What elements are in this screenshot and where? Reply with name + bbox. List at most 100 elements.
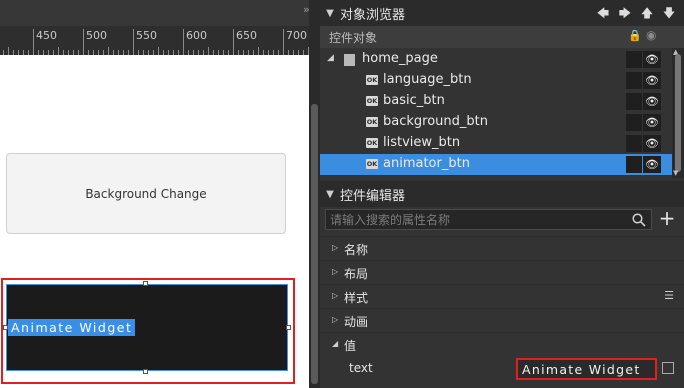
section-animation[interactable]: ▷ 动画	[320, 308, 684, 333]
ruler-tick	[193, 50, 194, 55]
eye-icon[interactable]: 👁	[643, 135, 661, 152]
section-layout[interactable]: ▷ 布局	[320, 260, 684, 285]
lock-toggle[interactable]	[626, 93, 642, 110]
arrow-up-icon[interactable]: 🡅	[640, 6, 654, 20]
tree-scrollbar[interactable]: ▲ ▼	[672, 48, 684, 178]
lock-icon[interactable]: 🔒	[628, 29, 642, 42]
tree-item-basic-btn[interactable]: OK basic_btn 👁	[320, 91, 672, 112]
add-property-button[interactable]: +	[656, 206, 678, 230]
lock-toggle[interactable]	[626, 72, 642, 89]
section-label: 样式	[344, 291, 369, 305]
eye-icon[interactable]: 👁	[643, 51, 661, 68]
arrow-right-icon[interactable]: 🡆	[618, 6, 632, 20]
tree-item-label: background_btn	[383, 114, 488, 129]
tree-item-home-page[interactable]: ◢ home_page 👁	[320, 49, 672, 70]
widget-objects-label: 控件对象	[329, 31, 378, 45]
right-panel: ▼ 对象浏览器 🡄 🡆 🡅 🡇 控件对象 🔒 ◉ ◢ home_page 👁 O…	[320, 0, 684, 388]
text-value-field[interactable]	[516, 358, 662, 380]
ruler-tick	[208, 47, 209, 55]
background-change-button[interactable]: Background Change	[6, 153, 286, 234]
ruler-tick	[48, 50, 49, 55]
section-value[interactable]: ◢ 值	[320, 332, 684, 357]
ruler-tick	[143, 50, 144, 55]
resize-handle-top[interactable]	[143, 281, 148, 286]
ruler-tick	[248, 50, 249, 55]
eye-icon[interactable]: 👁	[643, 93, 661, 110]
ruler-tick	[228, 50, 229, 55]
eye-icon[interactable]: 👁	[643, 156, 661, 173]
section-name[interactable]: ▷ 名称	[320, 236, 684, 261]
resize-handle-right[interactable]	[286, 325, 291, 330]
text-value-input[interactable]	[518, 360, 662, 378]
ruler-tick	[118, 50, 119, 55]
canvas-scroll-thumb[interactable]	[311, 104, 318, 384]
widget-editor-header[interactable]: ▼ 控件编辑器	[320, 181, 684, 207]
animate-widget-text[interactable]: Animate Widget	[8, 319, 136, 336]
ruler-tick	[128, 50, 129, 55]
ruler-tick	[3, 50, 4, 55]
expand-triangle-icon[interactable]: ▷	[332, 291, 338, 300]
arrow-down-icon[interactable]: 🡇	[662, 6, 676, 20]
property-search-input[interactable]	[326, 210, 634, 229]
style-list-icon[interactable]: ☰	[664, 289, 674, 302]
search-icon[interactable]	[631, 212, 647, 228]
ruler-tick	[178, 50, 179, 55]
expand-triangle-icon[interactable]: ▷	[332, 243, 338, 252]
ruler-tick	[78, 50, 79, 55]
ruler-tick	[298, 50, 299, 55]
tree-item-label: animator_btn	[383, 156, 470, 171]
ruler-tick	[123, 50, 124, 55]
ruler-tick	[68, 50, 69, 55]
lock-toggle[interactable]	[626, 114, 642, 131]
ruler-tick	[158, 47, 159, 55]
lock-toggle[interactable]	[626, 135, 642, 152]
ruler-tick	[73, 50, 74, 55]
edit-text-icon[interactable]	[662, 362, 674, 374]
canvas-vertical-scrollbar[interactable]	[309, 0, 320, 388]
ruler-tick	[13, 50, 14, 55]
tree-scroll-thumb[interactable]	[675, 54, 681, 172]
animate-widget[interactable]: Animate Widget	[6, 284, 288, 371]
ruler-tick	[103, 50, 104, 55]
tree-item-animator-btn[interactable]: OK animator_btn 👁	[320, 154, 672, 175]
ruler-tick	[263, 50, 264, 55]
ruler-tick	[58, 47, 59, 55]
collapse-triangle-icon[interactable]: ▼	[320, 189, 340, 200]
visibility-header-icon[interactable]: ◉	[646, 28, 656, 42]
collapse-triangle-icon[interactable]: ▼	[320, 8, 340, 19]
text-property-label: text	[349, 361, 373, 375]
expand-triangle-icon[interactable]: ▷	[332, 315, 338, 324]
ruler-tick	[63, 50, 64, 55]
tree-item-background-btn[interactable]: OK background_btn 👁	[320, 112, 672, 133]
tree-item-listview-btn[interactable]: OK listview_btn 👁	[320, 133, 672, 154]
ruler-tick	[273, 50, 274, 55]
eye-icon[interactable]: 👁	[643, 72, 661, 89]
ruler-label: 550	[136, 29, 157, 42]
ruler-tick	[293, 50, 294, 55]
ruler-label: 700	[286, 29, 307, 42]
tree-item-language-btn[interactable]: OK language_btn 👁	[320, 70, 672, 91]
lock-toggle[interactable]	[626, 156, 642, 173]
ruler-label: 600	[186, 29, 207, 42]
button-widget-icon: OK	[366, 138, 378, 148]
lock-toggle[interactable]	[626, 51, 642, 68]
resize-handle-left[interactable]	[3, 325, 8, 330]
object-tree: ◢ home_page 👁 OK language_btn 👁 OK basic…	[320, 48, 672, 178]
ruler-tick	[18, 50, 19, 55]
section-label: 布局	[344, 267, 369, 281]
design-canvas[interactable]: » 450 500 550 600 650 700 Background Change A…	[0, 0, 309, 388]
eye-icon[interactable]: 👁	[643, 114, 661, 131]
ruler-tick	[28, 50, 29, 55]
expand-arrow-icon[interactable]: ◢	[327, 53, 334, 63]
object-browser-header[interactable]: ▼ 对象浏览器 🡄 🡆 🡅 🡇	[320, 0, 684, 26]
tree-item-label: home_page	[362, 51, 438, 66]
scroll-down-icon[interactable]: ▼	[673, 169, 678, 177]
expand-triangle-icon[interactable]: ▷	[332, 267, 338, 276]
property-search-box[interactable]	[325, 209, 652, 230]
collapse-triangle-icon[interactable]: ◢	[332, 339, 338, 348]
resize-handle-bottom[interactable]	[143, 369, 148, 374]
ruler-tick	[188, 50, 189, 55]
ruler-tick	[243, 50, 244, 55]
arrow-left-icon[interactable]: 🡄	[596, 6, 610, 20]
section-style[interactable]: ▷ 样式 ☰	[320, 284, 684, 309]
